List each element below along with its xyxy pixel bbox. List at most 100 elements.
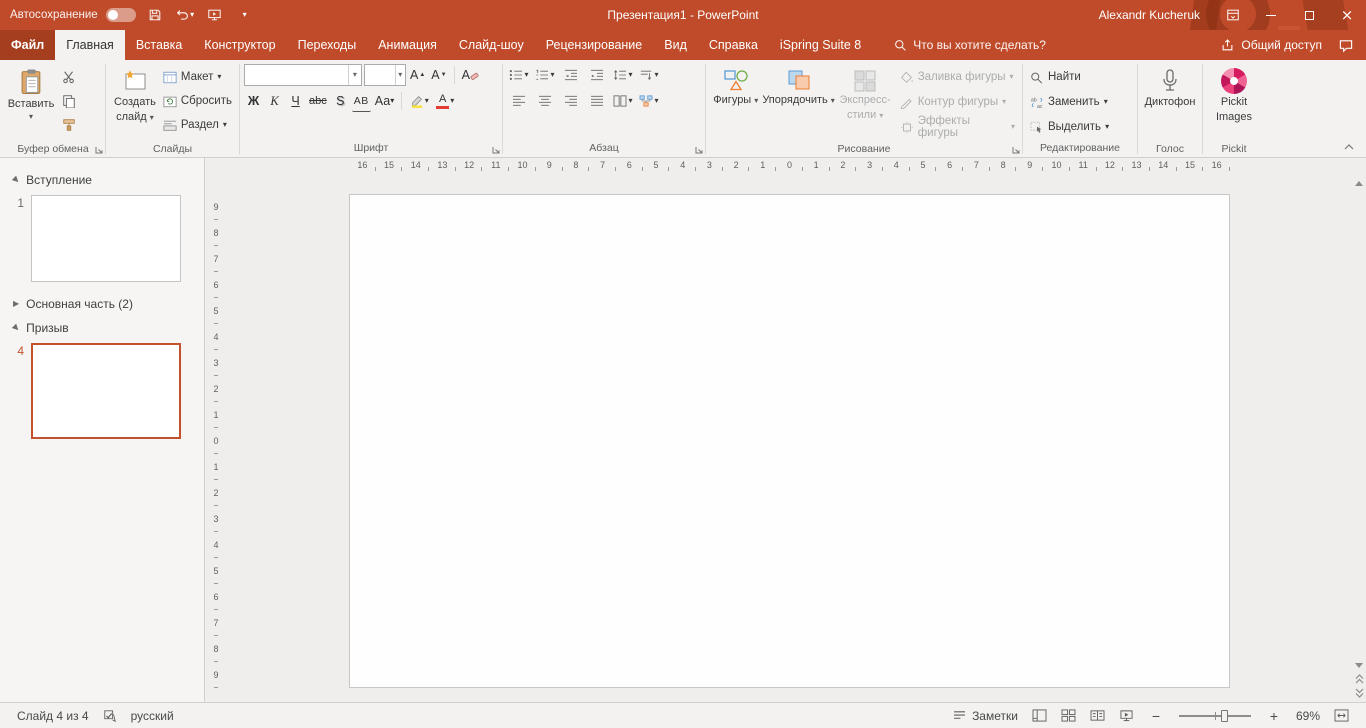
zoom-out-button[interactable]: −: [1141, 703, 1171, 728]
paste-button[interactable]: Вставить ▾: [5, 64, 57, 142]
line-spacing-button[interactable]: ▾: [611, 64, 635, 86]
change-case-button[interactable]: Аа ▾: [373, 91, 396, 112]
decrease-indent-button[interactable]: [559, 64, 583, 86]
tab-design[interactable]: Конструктор: [193, 30, 286, 60]
slide-editing-area[interactable]: [349, 194, 1230, 688]
highlight-color-button[interactable]: ▾: [407, 90, 431, 112]
fit-to-window-button[interactable]: [1327, 703, 1356, 728]
tell-me-search[interactable]: Что вы хотите сделать?: [894, 30, 1046, 60]
replace-button[interactable]: ab ac Заменить ▾: [1027, 91, 1112, 113]
comments-button[interactable]: [1338, 38, 1354, 53]
spellcheck-button[interactable]: [96, 703, 124, 728]
vertical-scrollbar[interactable]: [1352, 174, 1366, 702]
section-header-main[interactable]: ▶ Основная часть (2): [0, 292, 204, 316]
columns-button[interactable]: ▾: [611, 90, 635, 112]
drawing-dialog-launcher[interactable]: [1012, 146, 1020, 154]
clipboard-dialog-launcher[interactable]: [95, 146, 103, 154]
zoom-slider[interactable]: [1178, 709, 1251, 722]
notes-button[interactable]: Заметки: [946, 703, 1025, 728]
slide-sorter-view-button[interactable]: [1054, 703, 1083, 728]
zoom-slider-thumb[interactable]: [1220, 709, 1228, 722]
pickit-images-button[interactable]: Pickit Images: [1207, 64, 1261, 142]
shape-outline-button[interactable]: Контур фигуры ▾: [897, 91, 1018, 113]
select-button[interactable]: Выделить ▾: [1027, 116, 1112, 138]
section-collapse-icon[interactable]: ▶: [11, 322, 22, 333]
tab-help[interactable]: Справка: [698, 30, 769, 60]
section-collapse-icon[interactable]: ▶: [11, 174, 22, 185]
slide-counter[interactable]: Слайд 4 из 4: [10, 703, 96, 728]
tab-ispring[interactable]: iSpring Suite 8: [769, 30, 872, 60]
next-slide-button[interactable]: [1353, 686, 1365, 700]
zoom-in-button[interactable]: +: [1259, 703, 1289, 728]
ribbon-display-options-button[interactable]: [1214, 0, 1252, 30]
normal-view-button[interactable]: [1025, 703, 1054, 728]
text-shadow-button[interactable]: S: [331, 91, 350, 112]
new-slide-button[interactable]: Создать слайд ▾: [110, 64, 160, 142]
section-header-intro[interactable]: ▶ Вступление: [0, 168, 204, 192]
clear-formatting-button[interactable]: А: [460, 65, 481, 86]
reading-view-button[interactable]: [1083, 703, 1112, 728]
chevron-down-icon[interactable]: ▾: [394, 65, 405, 85]
account-user-name[interactable]: Alexandr Kucheruk: [1099, 8, 1200, 22]
slide-4-thumbnail-selected[interactable]: [31, 343, 181, 439]
shape-fill-button[interactable]: Заливка фигуры ▾: [897, 66, 1018, 88]
reset-slide-button[interactable]: Сбросить: [160, 90, 235, 112]
tab-insert[interactable]: Вставка: [125, 30, 193, 60]
tab-view[interactable]: Вид: [653, 30, 698, 60]
italic-button[interactable]: К: [265, 91, 284, 112]
language-indicator[interactable]: русский: [124, 703, 181, 728]
minimize-button[interactable]: [1252, 0, 1290, 30]
tab-file[interactable]: Файл: [0, 30, 56, 60]
maximize-button[interactable]: [1290, 0, 1328, 30]
previous-slide-button[interactable]: [1353, 672, 1365, 686]
convert-to-smartart-button[interactable]: ▾: [637, 90, 661, 112]
autosave-toggle[interactable]: [105, 8, 136, 22]
tab-slideshow[interactable]: Слайд-шоу: [448, 30, 535, 60]
tab-review[interactable]: Рецензирование: [535, 30, 654, 60]
layout-button[interactable]: Макет ▾: [160, 66, 235, 88]
bold-button[interactable]: Ж: [244, 91, 263, 112]
quick-styles-button[interactable]: Экспресс- стили ▾: [836, 64, 895, 142]
align-left-button[interactable]: [507, 90, 531, 112]
tab-transitions[interactable]: Переходы: [287, 30, 368, 60]
slideshow-view-button[interactable]: [1112, 703, 1141, 728]
section-header-callout[interactable]: ▶ Призыв: [0, 316, 204, 340]
increase-indent-button[interactable]: [585, 64, 609, 86]
tab-animations[interactable]: Анимация: [367, 30, 448, 60]
section-button[interactable]: Раздел ▾: [160, 114, 235, 136]
chevron-down-icon[interactable]: ▾: [347, 65, 361, 85]
shapes-button[interactable]: Фигуры ▾: [710, 64, 762, 142]
paragraph-dialog-launcher[interactable]: [695, 146, 703, 154]
font-color-button[interactable]: А ▾: [433, 90, 457, 112]
vertical-ruler[interactable]: 9876543210123456789: [205, 174, 227, 702]
close-button[interactable]: ×: [1328, 0, 1366, 30]
scroll-up-button[interactable]: [1353, 176, 1365, 190]
collapse-ribbon-button[interactable]: [1340, 140, 1358, 154]
grow-font-button[interactable]: А ▲: [408, 65, 427, 86]
shrink-font-button[interactable]: А ▼: [429, 65, 448, 86]
font-name-combo[interactable]: ▾: [244, 64, 362, 86]
zoom-percentage[interactable]: 69%: [1289, 703, 1327, 728]
font-name-input[interactable]: [245, 65, 348, 85]
character-spacing-button[interactable]: АВ: [351, 91, 371, 112]
customize-qat-button[interactable]: ▾: [234, 4, 256, 26]
save-button[interactable]: [144, 4, 166, 26]
slide-1-thumbnail[interactable]: [31, 195, 181, 282]
section-expand-icon[interactable]: ▶: [13, 300, 19, 308]
undo-button[interactable]: ▾: [174, 4, 196, 26]
shape-effects-button[interactable]: Эффекты фигуры ▾: [897, 115, 1018, 139]
align-right-button[interactable]: [559, 90, 583, 112]
bullets-button[interactable]: ▾: [507, 64, 531, 86]
font-size-combo[interactable]: ▾: [364, 64, 406, 86]
arrange-button[interactable]: Упорядочить ▾: [762, 64, 835, 142]
font-dialog-launcher[interactable]: [492, 146, 500, 154]
format-painter-button[interactable]: [57, 114, 81, 136]
find-button[interactable]: Найти: [1027, 66, 1112, 88]
justify-button[interactable]: [585, 90, 609, 112]
underline-button[interactable]: Ч: [286, 91, 305, 112]
align-center-button[interactable]: [533, 90, 557, 112]
copy-button[interactable]: [57, 90, 81, 112]
font-size-input[interactable]: [365, 65, 395, 85]
share-button[interactable]: Общий доступ: [1220, 38, 1322, 52]
scroll-down-button[interactable]: [1353, 658, 1365, 672]
